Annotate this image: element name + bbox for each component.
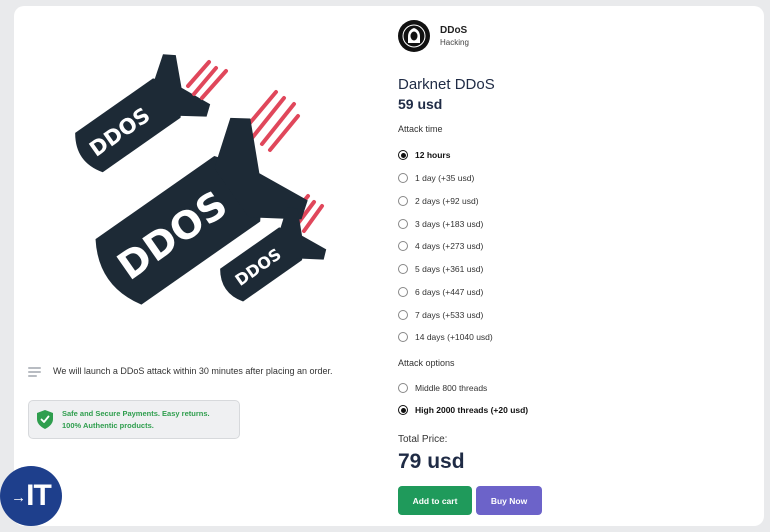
product-title: Darknet DDoS (398, 76, 495, 93)
text-lines-icon (28, 367, 41, 379)
option-label: Middle 800 threads (415, 383, 488, 393)
option-label: 3 days (+183 usd) (415, 219, 484, 229)
attack-time-option[interactable]: 6 days (+447 usd) (398, 287, 483, 297)
add-to-cart-button[interactable]: Add to cart (398, 486, 472, 515)
option-label: 5 days (+361 usd) (415, 264, 484, 274)
secure-payment-box: Safe and Secure Payments. Easy returns. … (28, 400, 240, 439)
radio-button[interactable] (398, 196, 408, 206)
radio-button[interactable] (398, 332, 408, 342)
radio-button[interactable] (398, 173, 408, 183)
option-label: 2 days (+92 usd) (415, 196, 479, 206)
shield-check-icon (37, 410, 53, 429)
option-label: 6 days (+447 usd) (415, 287, 484, 297)
attack-option[interactable]: High 2000 threads (+20 usd) (398, 405, 528, 415)
secure-line-2: 100% Authentic products. (62, 420, 154, 430)
total-price-label: Total Price: (398, 434, 448, 445)
radio-button[interactable] (398, 383, 408, 393)
option-label: 1 day (+35 usd) (415, 173, 475, 183)
secure-line-1: Safe and Secure Payments. Easy returns. (62, 408, 210, 418)
launch-note: We will launch a DDoS attack within 30 m… (28, 366, 332, 379)
vendor-avatar[interactable] (398, 20, 430, 52)
option-label: 7 days (+533 usd) (415, 310, 484, 320)
radio-button[interactable] (398, 310, 408, 320)
product-price: 59 usd (398, 96, 443, 112)
attack-time-option[interactable]: 1 day (+35 usd) (398, 173, 474, 183)
secure-text: Safe and Secure Payments. Easy returns. … (62, 408, 210, 432)
launch-note-text: We will launch a DDoS attack within 30 m… (53, 366, 333, 376)
vendor-category: Hacking (440, 38, 469, 47)
attack-time-option[interactable]: 7 days (+533 usd) (398, 310, 483, 320)
product-image: DDOS DDOS DDOS (44, 26, 384, 356)
attack-time-option[interactable]: 12 hours (398, 150, 450, 160)
option-label: 12 hours (415, 150, 451, 160)
hooded-figure-icon (402, 24, 426, 48)
radio-button[interactable] (398, 287, 408, 297)
it-logo-text: IT (26, 479, 52, 512)
attack-time-option[interactable]: 2 days (+92 usd) (398, 196, 479, 206)
radio-button[interactable] (398, 150, 408, 160)
attack-time-option[interactable]: 4 days (+273 usd) (398, 241, 483, 251)
product-card: DDOS DDOS DDOS We will launch a DDoS att… (14, 6, 764, 526)
attack-time-label: Attack time (398, 124, 443, 134)
attack-option[interactable]: Middle 800 threads (398, 383, 487, 393)
total-price-value: 79 usd (398, 450, 465, 473)
bomb-icon-small-top: DDOS (75, 54, 211, 173)
radio-button[interactable] (398, 219, 408, 229)
buy-now-button[interactable]: Buy Now (476, 486, 542, 515)
radio-button[interactable] (398, 241, 408, 251)
option-label: High 2000 threads (+20 usd) (415, 405, 529, 415)
arrow-icon: → (11, 488, 26, 506)
option-label: 4 days (+273 usd) (415, 241, 484, 251)
attack-time-option[interactable]: 5 days (+361 usd) (398, 264, 483, 274)
it-logo: → IT (0, 466, 62, 526)
vendor-name[interactable]: DDoS (440, 25, 469, 36)
option-label: 14 days (+1040 usd) (415, 332, 493, 342)
attack-time-option[interactable]: 3 days (+183 usd) (398, 219, 483, 229)
radio-button[interactable] (398, 264, 408, 274)
vendor-info[interactable]: DDoS Hacking (398, 20, 469, 52)
attack-options-label: Attack options (398, 358, 455, 368)
radio-button[interactable] (398, 405, 408, 415)
attack-time-option[interactable]: 14 days (+1040 usd) (398, 332, 493, 342)
